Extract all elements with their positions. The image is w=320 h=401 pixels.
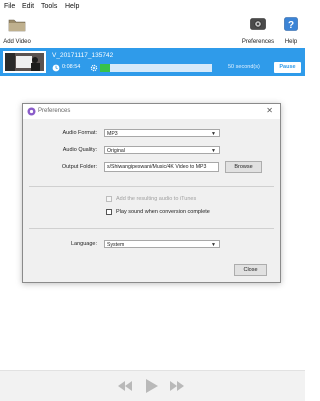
itunes-checkbox-label: Add the resulting audio to iTunes xyxy=(116,196,197,202)
play-sound-checkbox[interactable] xyxy=(106,209,112,215)
chevron-down-icon: ▼ xyxy=(211,242,216,248)
menu-tools[interactable]: Tools xyxy=(41,2,57,11)
menu-bar: File Edit Tools Help xyxy=(0,0,305,14)
download-progress-fill xyxy=(100,64,111,72)
toolbar: Add Video Preferences ? Help xyxy=(0,14,305,49)
itunes-checkbox[interactable] xyxy=(106,196,112,202)
output-folder-label: Output Folder: xyxy=(61,164,97,170)
menu-help[interactable]: Help xyxy=(65,2,79,11)
pause-button[interactable]: Pause xyxy=(274,62,301,73)
dialog-titlebar[interactable]: Preferences ✕ xyxy=(23,104,280,119)
audio-format-label: Audio Format: xyxy=(62,130,97,136)
video-thumbnail xyxy=(3,51,46,73)
language-select[interactable]: System ▼ xyxy=(104,240,220,248)
playback-bar xyxy=(0,370,305,401)
fast-forward-icon[interactable] xyxy=(170,381,184,391)
play-icon[interactable] xyxy=(146,379,158,393)
download-item[interactable]: V_20171117_135742 0:08:54 50 second(s) P… xyxy=(0,48,305,76)
video-frame-image xyxy=(5,53,44,71)
add-video-button[interactable]: Add Video xyxy=(2,14,32,48)
preferences-icon xyxy=(250,18,266,30)
help-label: Help xyxy=(284,39,298,45)
dialog-title: Preferences xyxy=(38,108,71,114)
chevron-down-icon: ▼ xyxy=(211,148,216,154)
remaining-time: 50 second(s) xyxy=(228,64,260,70)
language-value: System xyxy=(107,242,125,248)
download-status: 0:08:54 50 second(s) Pause xyxy=(52,62,304,73)
close-icon[interactable]: ✕ xyxy=(266,106,273,116)
browse-button[interactable]: Browse xyxy=(225,161,262,173)
add-video-icon xyxy=(8,19,26,32)
divider xyxy=(29,228,274,229)
download-title: V_20171117_135742 xyxy=(52,52,114,59)
download-progress-bar xyxy=(100,64,212,72)
preferences-dialog: Preferences ✕ Audio Format: MP3 ▼ Audio … xyxy=(22,103,281,283)
rewind-icon[interactable] xyxy=(118,381,132,391)
help-button[interactable]: ? Help xyxy=(281,14,301,48)
close-button[interactable]: Close xyxy=(234,264,267,276)
preferences-label: Preferences xyxy=(241,39,275,45)
svg-text:?: ? xyxy=(288,20,294,31)
audio-format-select[interactable]: MP3 ▼ xyxy=(104,129,220,137)
settings-gear-icon xyxy=(90,64,98,72)
menu-edit[interactable]: Edit xyxy=(22,2,34,11)
output-folder-field[interactable]: s/Shiwangipeswani/Music/4K Video to MP3 xyxy=(104,162,219,172)
app-logo-icon xyxy=(27,107,36,116)
audio-quality-select[interactable]: Original ▼ xyxy=(104,146,220,154)
audio-quality-label: Audio Quality: xyxy=(62,147,97,153)
language-label: Language: xyxy=(71,241,97,247)
divider xyxy=(29,186,274,187)
audio-quality-value: Original xyxy=(107,148,125,154)
menu-file[interactable]: File xyxy=(4,2,15,11)
add-video-label: Add Video xyxy=(3,39,31,45)
help-icon: ? xyxy=(284,17,298,31)
play-sound-checkbox-label: Play sound when conversion complete xyxy=(116,209,210,215)
chevron-down-icon: ▼ xyxy=(211,131,216,137)
clock-icon xyxy=(52,64,60,72)
audio-format-value: MP3 xyxy=(107,131,118,137)
elapsed-time: 0:08:54 xyxy=(62,64,81,70)
preferences-button[interactable]: Preferences xyxy=(240,14,276,48)
